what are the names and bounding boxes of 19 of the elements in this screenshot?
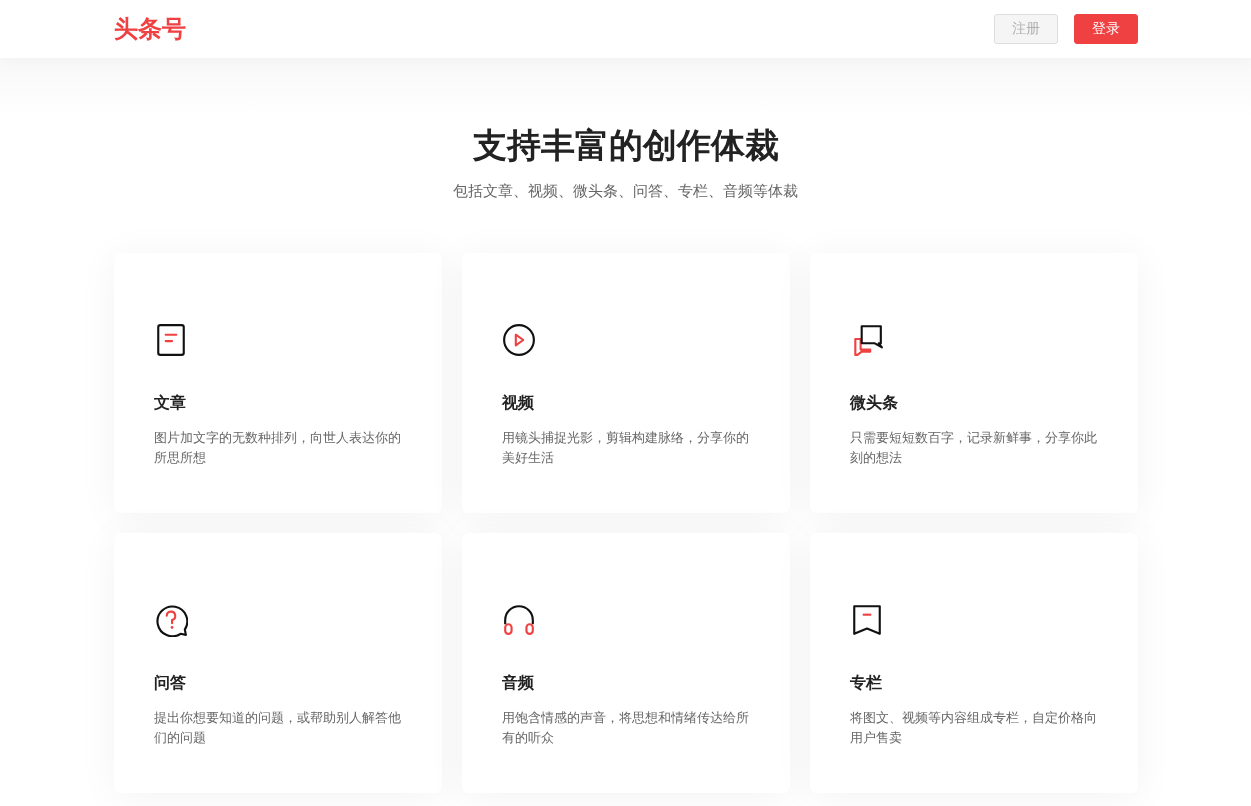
card-description: 用饱含情感的声音，将思想和情绪传达给所有的听众 xyxy=(501,709,750,747)
card-title: 问答 xyxy=(153,673,186,694)
card-title: 音频 xyxy=(501,673,534,694)
card-description: 图片加文字的无数种排列，向世人表达你的所思所想 xyxy=(153,429,402,467)
card-title: 专栏 xyxy=(849,673,882,694)
card-description: 提出你想要知道的问题，或帮助别人解答他们的问题 xyxy=(153,709,402,747)
section-subtitle: 包括文章、视频、微头条、问答、专栏、音频等体裁 xyxy=(452,182,799,201)
play-icon xyxy=(501,323,536,357)
logo[interactable]: 头条号 xyxy=(113,13,186,45)
card-description: 用镜头捕捉光影，剪辑构建脉络，分享你的美好生活 xyxy=(501,429,750,467)
card-description: 将图文、视频等内容组成专栏，自定价格向用户售卖 xyxy=(849,709,1098,747)
card-description: 只需要短短数百字，记录新鲜事，分享你此刻的想法 xyxy=(849,429,1098,467)
question-bubble-icon xyxy=(153,603,188,637)
card-title: 文章 xyxy=(153,393,186,414)
card-title: 视频 xyxy=(501,393,534,414)
headphones-icon xyxy=(501,603,536,637)
card-title: 微头条 xyxy=(849,393,898,414)
section-title: 支持丰富的创作体裁 xyxy=(471,124,780,167)
login-button[interactable]: 登录 xyxy=(1073,14,1138,44)
